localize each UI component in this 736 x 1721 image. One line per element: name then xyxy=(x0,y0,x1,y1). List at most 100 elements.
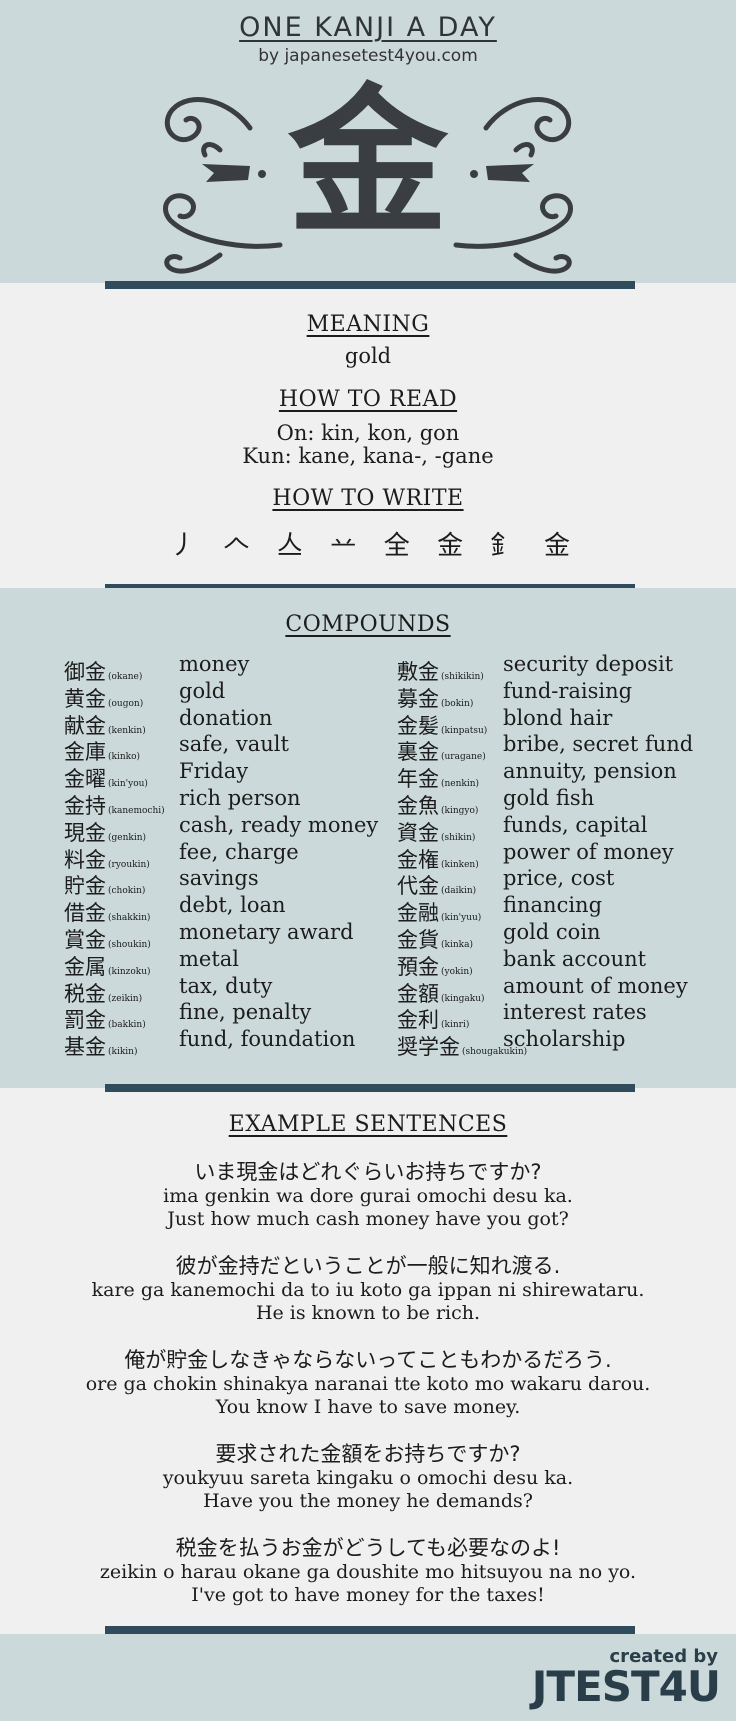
compound-reading: (shikin) xyxy=(441,832,476,843)
compounds-right-column: 敷金 (shikikin) security deposit 募金 (bokin) fun… xyxy=(397,652,717,1060)
compound-reading: (kinka) xyxy=(441,939,473,950)
compound-meaning: amount of money xyxy=(503,973,688,998)
compound-kanji: 借金 xyxy=(64,901,106,926)
compound-kanji: 金髪 xyxy=(397,713,439,738)
example-japanese: 要求された金額をお持ちですか? xyxy=(215,1442,521,1466)
compound-meaning: scholarship xyxy=(503,1027,626,1052)
example-english: You know I have to save money. xyxy=(215,1396,521,1418)
compounds-left-column: 御金 (okane) money 黄金 (ougon) gold 献金 (kenkin) don… xyxy=(64,652,378,1060)
compound-reading: (kinpatsu) xyxy=(441,725,488,736)
compound-reading: (kingaku) xyxy=(441,993,485,1004)
compound-kanji: 罰金 xyxy=(64,1008,106,1033)
compound-kanji: 現金 xyxy=(64,820,106,845)
compound-reading: (shikikin) xyxy=(441,672,484,682)
compound-meaning: bribe, secret fund xyxy=(503,732,694,757)
compound-kanji: 裏金 xyxy=(397,740,439,765)
compound-kanji: 献金 xyxy=(64,713,106,738)
compound-kanji: 税金 xyxy=(64,981,106,1006)
compound-reading: (zeikin) xyxy=(108,993,143,1004)
stroke-step: 亼 xyxy=(276,531,303,561)
brand-logo: JTEST4U xyxy=(531,1662,721,1711)
compound-kanji: 基金 xyxy=(64,1035,106,1060)
reading-on: On: kin, kon, gon xyxy=(276,421,460,445)
compound-meaning: power of money xyxy=(503,839,674,864)
stroke-step: 釒 xyxy=(490,531,517,561)
reading-title: HOW TO READ xyxy=(278,387,458,412)
compound-kanji: 奨学金 xyxy=(397,1035,460,1060)
compound-kanji: 資金 xyxy=(397,820,439,845)
compound-reading: (kanemochi) xyxy=(108,805,165,816)
compound-row: 奨学金 (shougakukin) scholarship xyxy=(397,1027,717,1060)
stroke-step: 金 xyxy=(543,531,570,561)
compound-meaning: cash, ready money xyxy=(179,812,379,837)
compound-kanji: 金権 xyxy=(397,847,439,872)
example-japanese: 俺が貯金しなきゃならないってこともわかるだろう. xyxy=(124,1348,612,1372)
compound-meaning: tax, duty xyxy=(179,973,273,998)
compound-kanji: 敷金 xyxy=(397,660,439,684)
example-sentence: 彼が金持だということが一般に知れ渡る. kare ga kanemochi da … xyxy=(0,1254,736,1325)
example-romaji: zeikin o harau okane ga doushite mo hits… xyxy=(99,1561,637,1583)
compound-reading: (uragane) xyxy=(441,752,486,763)
compound-kanji: 黄金 xyxy=(64,686,106,711)
compound-meaning: donation xyxy=(179,705,273,730)
compound-reading: (okane) xyxy=(108,672,143,682)
example-romaji: ima genkin wa dore gurai omochi desu ka. xyxy=(163,1185,573,1207)
page-title: ONE KANJI A DAY xyxy=(239,12,497,43)
compound-kanji: 御金 xyxy=(64,660,106,684)
example-english: Just how much cash money have you got? xyxy=(167,1208,569,1230)
stroke-step: 䒑 xyxy=(330,531,357,561)
compound-kanji: 金利 xyxy=(397,1008,439,1033)
divider xyxy=(105,1084,635,1092)
compound-reading: (shoukin) xyxy=(108,939,151,950)
compound-meaning: metal xyxy=(179,946,240,971)
compound-meaning: Friday xyxy=(179,759,249,784)
compound-reading: (kenkin) xyxy=(108,725,146,736)
stroke-step: 全 xyxy=(383,531,410,561)
compound-reading: (kinri) xyxy=(441,1020,470,1031)
compound-meaning: blond hair xyxy=(503,705,613,730)
divider xyxy=(105,281,635,289)
compound-kanji: 貯金 xyxy=(64,874,106,899)
compound-meaning: security deposit xyxy=(503,652,674,676)
example-romaji: youkyuu sareta kingaku o omochi desu ka. xyxy=(162,1467,574,1489)
compound-kanji: 料金 xyxy=(64,847,106,872)
compound-reading: (ryoukin) xyxy=(108,859,150,870)
compound-meaning: monetary award xyxy=(179,919,354,944)
compound-meaning: gold xyxy=(179,678,226,703)
compound-meaning: fee, charge xyxy=(179,839,299,864)
example-english: I've got to have money for the taxes! xyxy=(191,1584,545,1606)
meaning-value: gold xyxy=(344,344,392,368)
stroke-step: 𠆢 xyxy=(223,531,250,561)
compound-meaning: fund-raising xyxy=(503,678,633,703)
compound-row: 基金 (kikin) fund, foundation xyxy=(64,1027,374,1060)
compound-reading: (kinko) xyxy=(108,752,141,763)
compound-meaning: fund, foundation xyxy=(179,1027,356,1052)
compound-kanji: 金融 xyxy=(397,901,439,926)
examples-title: EXAMPLE SENTENCES xyxy=(228,1112,508,1137)
compound-kanji: 金庫 xyxy=(64,740,106,765)
stroke-step: ⾦ xyxy=(437,531,464,561)
compound-reading: (ougon) xyxy=(108,698,144,709)
compound-reading: (kinken) xyxy=(441,859,479,870)
compound-reading: (kikin) xyxy=(108,1047,138,1058)
compound-meaning: bank account xyxy=(503,946,647,971)
compounds-title: COMPOUNDS xyxy=(285,612,451,637)
compound-kanji: 年金 xyxy=(397,767,439,792)
example-sentence: いま現金はどれぐらいお持ちですか? ima genkin wa dore gura… xyxy=(0,1160,736,1231)
example-english: He is known to be rich. xyxy=(255,1302,481,1324)
compound-meaning: safe, vault xyxy=(179,732,289,757)
compound-meaning: money xyxy=(179,652,250,676)
compound-meaning: price, cost xyxy=(503,866,615,891)
example-romaji: ore ga chokin shinakya naranai tte koto … xyxy=(85,1373,651,1395)
compound-kanji: 金持 xyxy=(64,793,106,818)
compound-meaning: fine, penalty xyxy=(179,1000,312,1025)
compound-kanji: 金魚 xyxy=(397,793,439,818)
stroke-step: 丿 xyxy=(170,531,197,561)
example-english: Have you the money he demands? xyxy=(203,1490,533,1512)
example-japanese: いま現金はどれぐらいお持ちですか? xyxy=(194,1160,542,1184)
reading-kun: Kun: kane, kana-, -gane xyxy=(242,444,494,468)
compound-meaning: annuity, pension xyxy=(503,759,677,784)
compound-reading: (yokin) xyxy=(441,966,473,977)
compound-kanji: 金曜 xyxy=(64,767,106,792)
example-sentence: 税金を払うお金がどうしても必要なのよ! zeikin o harau okane … xyxy=(0,1536,736,1607)
